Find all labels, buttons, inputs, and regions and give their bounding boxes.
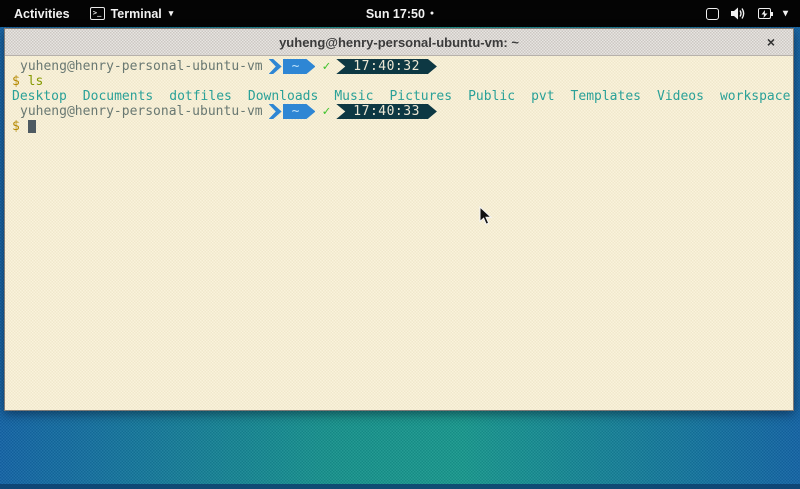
directory-name: Videos	[657, 89, 704, 104]
powerline-arrow-icon	[269, 104, 282, 119]
battery-charging-icon	[758, 8, 771, 19]
app-menu-terminal[interactable]: >_ Terminal ▾	[90, 7, 174, 21]
window-title: yuheng@henry-personal-ubuntu-vm: ~	[279, 35, 519, 50]
input-row[interactable]: $	[12, 119, 793, 134]
powerline-time-segment: 17:40:33	[336, 104, 437, 119]
command-row: $ ls	[12, 74, 793, 89]
app-menu-label: Terminal	[111, 7, 162, 21]
display-icon	[706, 8, 719, 20]
directory-name: Downloads	[248, 89, 318, 104]
gnome-top-bar: Activities >_ Terminal ▾ Sun 17:50 ● ▾	[0, 0, 800, 27]
status-check-icon: ✓	[322, 59, 330, 74]
directory-name: Documents	[83, 89, 153, 104]
terminal-window: yuheng@henry-personal-ubuntu-vm: ~ × yuh…	[4, 28, 794, 411]
prompt-symbol: $	[12, 74, 20, 89]
close-button[interactable]: ×	[762, 33, 780, 51]
clock-button[interactable]: Sun 17:50	[366, 7, 425, 21]
prompt-user: yuheng@henry-personal-ubuntu-vm	[20, 104, 263, 119]
powerline-cwd-segment: ~	[283, 59, 316, 74]
chevron-down-icon: ▾	[169, 8, 174, 19]
directory-name: Pictures	[389, 89, 452, 104]
directory-name: Music	[334, 89, 373, 104]
notification-dot-icon: ●	[430, 10, 434, 17]
status-check-icon: ✓	[322, 104, 330, 119]
activities-button[interactable]: Activities	[10, 5, 74, 23]
directory-name: Templates	[571, 89, 641, 104]
prompt-row: yuheng@henry-personal-ubuntu-vm ~ ✓ 17:4…	[12, 104, 793, 119]
prompt-user: yuheng@henry-personal-ubuntu-vm	[20, 59, 263, 74]
directory-name: Desktop	[12, 89, 67, 104]
powerline-time-segment: 17:40:32	[336, 59, 437, 74]
desktop-bottom-strip	[0, 484, 800, 489]
ls-output-row: Desktop Documents dotfiles Downloads Mus…	[12, 89, 793, 104]
prompt-row: yuheng@henry-personal-ubuntu-vm ~ ✓ 17:4…	[12, 59, 793, 74]
window-titlebar[interactable]: yuheng@henry-personal-ubuntu-vm: ~ ×	[5, 29, 793, 56]
prompt-symbol: $	[12, 119, 20, 134]
terminal-icon: >_	[90, 7, 105, 20]
powerline-arrow-icon	[269, 59, 282, 74]
terminal-cursor	[28, 120, 36, 133]
directory-name: workspace	[720, 89, 790, 104]
terminal-content[interactable]: yuheng@henry-personal-ubuntu-vm ~ ✓ 17:4…	[5, 56, 793, 410]
volume-icon	[731, 7, 746, 20]
powerline-cwd-segment: ~	[283, 104, 316, 119]
directory-name: Public	[468, 89, 515, 104]
directory-name: pvt	[531, 89, 554, 104]
system-tray[interactable]: ▾	[706, 7, 800, 20]
directory-name: dotfiles	[169, 89, 232, 104]
command-text: ls	[28, 74, 44, 89]
chevron-down-icon: ▾	[783, 8, 788, 19]
